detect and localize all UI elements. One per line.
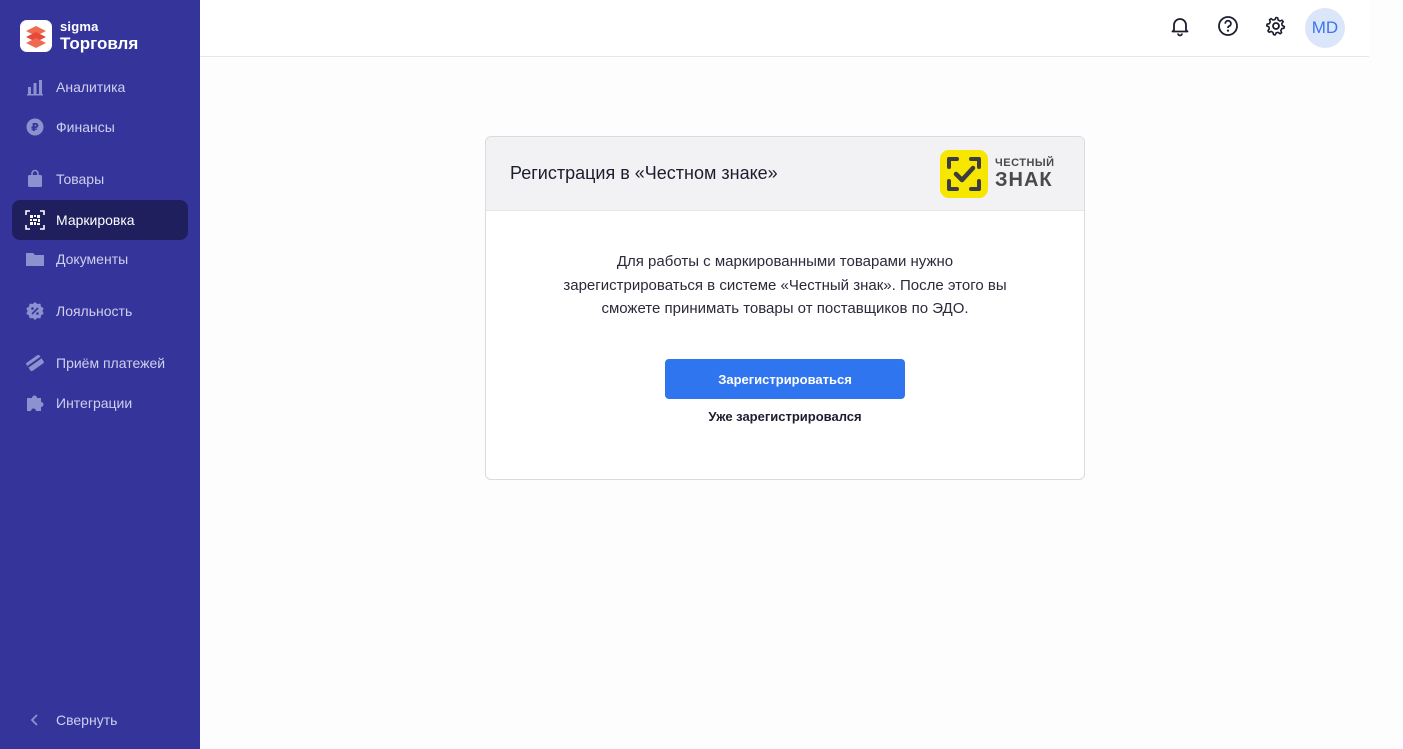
payment-card-icon [24,352,46,374]
sidebar-item-loyalty[interactable]: Лояльность [12,291,188,331]
sigma-logo-icon [20,20,52,52]
settings-button[interactable] [1262,14,1290,42]
collapse-label: Свернуть [56,712,118,728]
bell-icon [1169,15,1191,42]
app-logo[interactable]: sigma Торговля [20,16,138,56]
sidebar-item-documents[interactable]: Документы [12,239,188,279]
sidebar-item-integrations[interactable]: Интеграции [12,383,188,423]
card-description: Для работы с маркированными товарами нуж… [510,250,1060,321]
logo-line1: ЧЕСТНЫЙ [995,157,1055,169]
datamatrix-scan-icon [24,209,46,231]
sidebar-item-label: Финансы [56,119,115,135]
brand-small: sigma [60,19,99,34]
gear-icon [1265,15,1287,42]
sidebar-item-label: Интеграции [56,395,133,411]
svg-text:₽: ₽ [31,121,39,134]
sidebar-item-marking[interactable]: Маркировка [12,200,188,240]
help-button[interactable] [1214,14,1242,42]
folder-icon [24,248,46,270]
sidebar-item-finance[interactable]: ₽ Финансы [12,107,188,147]
card-title: Регистрация в «Честном знаке» [510,163,778,183]
sidebar-collapse-button[interactable]: Свернуть [12,700,188,740]
sidebar-item-label: Товары [56,171,105,187]
sidebar: sigma Торговля Аналитика ₽ Финансы Товар… [0,0,200,749]
description-line: сможете принимать товары от поставщиков … [601,300,969,317]
bar-chart-icon [24,76,46,98]
chestny-znak-logo: ЧЕСТНЫЙ ЗНАК [940,150,1055,198]
notifications-button[interactable] [1166,14,1194,42]
logo-line2: ЗНАК [995,169,1053,191]
sidebar-item-goods[interactable]: Товары [12,159,188,199]
help-icon [1217,15,1239,42]
brand-name: Торговля [60,34,139,53]
register-button[interactable]: Зарегистрироваться [665,359,905,399]
sidebar-item-label: Приём платежей [56,355,166,371]
registration-card: Регистрация в «Честном знаке» ЧЕСТНЫЙ ЗН… [485,136,1085,480]
puzzle-icon [24,392,46,414]
sidebar-item-payments[interactable]: Приём платежей [12,343,188,383]
discount-badge-icon [24,300,46,322]
sidebar-item-label: Маркировка [56,212,135,228]
sidebar-item-label: Документы [56,251,129,267]
card-header: Регистрация в «Честном знаке» ЧЕСТНЫЙ ЗН… [486,137,1084,211]
chestny-znak-logo-icon [940,150,988,198]
ruble-coin-icon: ₽ [24,116,46,138]
top-header: MD [200,0,1369,57]
sidebar-item-label: Лояльность [56,303,133,319]
sidebar-item-analytics[interactable]: Аналитика [12,67,188,107]
shopping-bag-icon [24,168,46,190]
description-line: зарегистрироваться в системе «Честный зн… [563,276,1007,294]
already-registered-link[interactable]: Уже зарегистрировался [665,409,905,424]
sidebar-item-label: Аналитика [56,79,126,95]
description-line: Для работы с маркированными товарами нуж… [616,253,954,270]
user-avatar[interactable]: MD [1305,8,1345,48]
chevron-left-icon [24,709,46,731]
